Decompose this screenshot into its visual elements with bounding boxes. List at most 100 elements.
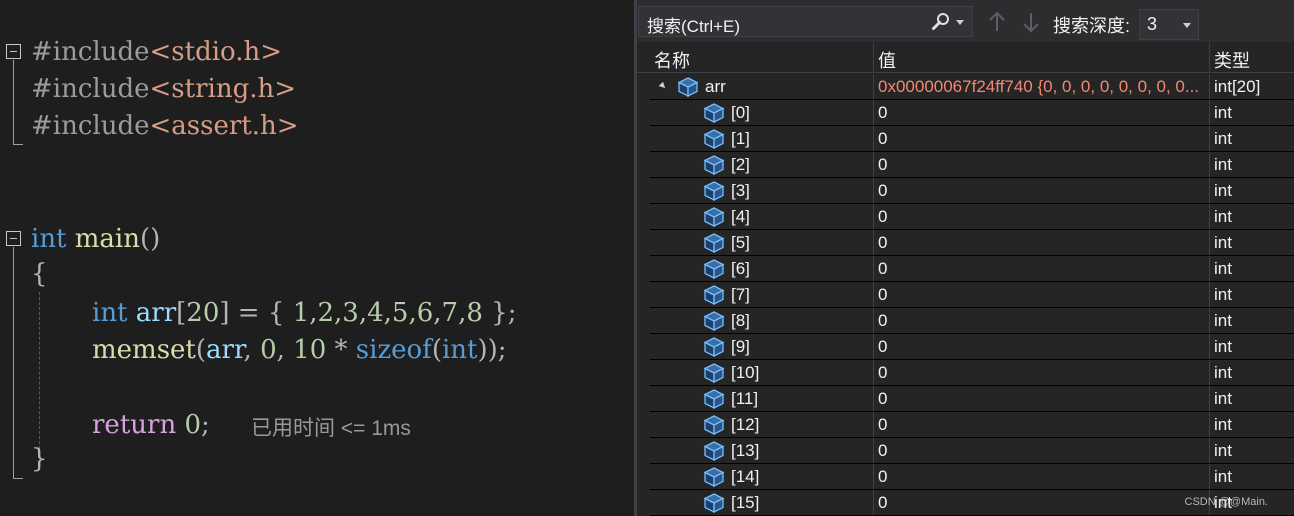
column-header-name[interactable]: 名称 [654,47,690,73]
collapse-main-button[interactable] [6,231,21,246]
watch-value[interactable]: 0 [878,285,887,305]
variable-object-icon [703,467,725,488]
cell-divider [1209,412,1210,438]
variable-object-icon [703,285,725,306]
column-resizer[interactable] [873,43,874,72]
watch-row-element[interactable]: [0] 0 int [637,100,1294,126]
watch-name: arr [705,77,726,96]
watch-value[interactable]: 0 [878,311,887,331]
variable-object-icon [703,493,725,514]
watch-type: int [1214,103,1232,122]
cell-divider [1209,256,1210,282]
cell-divider [873,178,874,204]
search-icon[interactable] [931,12,951,32]
watch-name: [3] [731,181,750,200]
watch-type: int [1214,129,1232,148]
watch-name: [0] [731,103,750,122]
cell-divider [1209,360,1210,386]
cell-divider [873,334,874,360]
watch-name: [15] [731,493,760,512]
watch-row-element[interactable]: [14] 0 int [637,464,1294,490]
watch-value[interactable]: 0 [878,129,887,149]
search-previous-button[interactable] [985,9,1009,35]
search-options-dropdown-icon[interactable] [956,20,964,25]
cell-divider [873,386,874,412]
watch-value[interactable]: 0 [878,389,887,409]
code-editor[interactable]: #include<stdio.h> #include<string.h> #in… [0,0,634,516]
collapse-arrow-icon[interactable] [658,81,668,91]
watch-name: [7] [731,285,750,304]
watch-rows: arr 0x00000067f24ff740 {0, 0, 0, 0, 0, 0… [637,74,1294,516]
watch-name: [10] [731,363,760,382]
watch-type: int [1214,285,1232,304]
search-next-button[interactable] [1019,9,1043,35]
variable-object-icon [703,129,725,150]
watch-row-element[interactable]: [10] 0 int [637,360,1294,386]
variable-object-icon [703,181,725,202]
watch-value[interactable]: 0 [878,207,887,227]
watch-row-element[interactable]: [2] 0 int [637,152,1294,178]
watch-value[interactable]: 0 [878,415,887,435]
watch-value[interactable]: 0x00000067f24ff740 {0, 0, 0, 0, 0, 0, 0,… [878,77,1199,97]
watch-toolbar: 搜索(Ctrl+E) 搜索深度: 3 [637,0,1294,42]
watch-value[interactable]: 0 [878,467,887,487]
watermark: CSDN @@Main. [1184,496,1268,508]
column-header-value[interactable]: 值 [878,47,896,73]
watch-row-element[interactable]: [6] 0 int [637,256,1294,282]
cell-divider [873,230,874,256]
cell-divider [873,204,874,230]
watch-row-element[interactable]: [13] 0 int [637,438,1294,464]
watch-value[interactable]: 0 [878,363,887,383]
variable-object-icon [703,233,725,254]
watch-row-element[interactable]: [1] 0 int [637,126,1294,152]
watch-row-element[interactable]: [8] 0 int [637,308,1294,334]
cell-divider [873,74,874,100]
cell-divider [1209,282,1210,308]
variable-object-icon [703,103,725,124]
column-header-type[interactable]: 类型 [1214,47,1250,73]
watch-row-element[interactable]: [5] 0 int [637,230,1294,256]
cell-divider [873,152,874,178]
code-line-1: #include<stdio.h> [31,37,283,67]
watch-name: [1] [731,129,750,148]
code-line-main: int main() [31,224,161,254]
watch-column-header: 名称 值 类型 [637,43,1294,73]
cell-divider [1209,230,1210,256]
watch-value[interactable]: 0 [878,233,887,253]
watch-value[interactable]: 0 [878,337,887,357]
search-input[interactable]: 搜索(Ctrl+E) [638,6,973,37]
watch-type: int [1214,155,1232,174]
watch-row-element[interactable]: [12] 0 int [637,412,1294,438]
watch-value[interactable]: 0 [878,441,887,461]
watch-row-element[interactable]: [9] 0 int [637,334,1294,360]
search-depth-select[interactable]: 3 [1139,9,1199,40]
watch-type: int [1214,389,1232,408]
watch-type: int [1214,337,1232,356]
cell-divider [1209,126,1210,152]
cell-divider [1209,386,1210,412]
code-line-2: #include<string.h> [31,74,297,104]
watch-row-arr[interactable]: arr 0x00000067f24ff740 {0, 0, 0, 0, 0, 0… [637,74,1294,100]
code-line-memset: memset(arr, 0, 10 * sizeof(int)); [92,335,507,365]
watch-name: [12] [731,415,760,434]
code-line-close-brace: } [31,444,48,474]
watch-row-element[interactable]: [7] 0 int [637,282,1294,308]
cell-divider [1209,74,1210,100]
watch-value[interactable]: 0 [878,259,887,279]
watch-value[interactable]: 0 [878,155,887,175]
cell-divider [1209,438,1210,464]
column-resizer[interactable] [1209,43,1210,72]
collapse-includes-button[interactable] [6,44,21,59]
watch-value[interactable]: 0 [878,103,887,123]
watch-row-element[interactable]: [4] 0 int [637,204,1294,230]
watch-value[interactable]: 0 [878,493,887,513]
search-depth-value: 3 [1147,14,1158,34]
fold-guide-end [13,478,23,479]
cell-divider [873,438,874,464]
watch-value[interactable]: 0 [878,181,887,201]
cell-divider [1209,178,1210,204]
watch-row-element[interactable]: [3] 0 int [637,178,1294,204]
cell-divider [873,282,874,308]
watch-row-element[interactable]: [11] 0 int [637,386,1294,412]
watch-name: [2] [731,155,750,174]
